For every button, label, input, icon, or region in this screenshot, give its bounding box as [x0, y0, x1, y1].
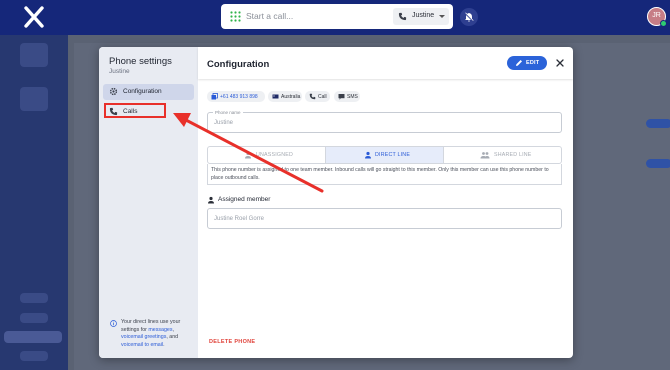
- voicemail-greetings-link[interactable]: voicemail greetings: [121, 334, 166, 340]
- background-nav-item: [20, 293, 48, 303]
- call-capability-chip: Call: [305, 91, 330, 102]
- line-type-description: This phone number is assigned to one tea…: [211, 167, 549, 181]
- country-chip: Australia: [268, 91, 302, 102]
- sidebar-item-configuration[interactable]: Configuration: [103, 84, 194, 100]
- assigned-member-field[interactable]: Justine Roel Gorre: [207, 208, 562, 229]
- line-type-toggle: UNASSIGNED DIRECT LINE SHARED LINE: [207, 146, 562, 164]
- assigned-member-value: Justine Roel Gorre: [214, 216, 265, 222]
- phone-name-field[interactable]: Phone name Justine: [207, 110, 562, 133]
- flag-icon: [272, 94, 279, 99]
- caller-select[interactable]: Justine: [393, 8, 449, 25]
- info-text: Your direct lines use your settings for …: [121, 319, 181, 348]
- assigned-member-label: Assigned member: [218, 196, 271, 203]
- messages-link[interactable]: messages: [148, 327, 172, 333]
- person-icon: [208, 196, 214, 204]
- direct-line-label: DIRECT LINE: [375, 152, 411, 158]
- gear-icon: [109, 87, 118, 96]
- configuration-panel: Configuration EDIT +61 483 913 898 Austr…: [198, 47, 573, 358]
- background-pill: [646, 159, 670, 168]
- bell-off-icon: [464, 12, 474, 22]
- phone-icon: [309, 93, 316, 100]
- app-logo-icon[interactable]: [24, 6, 44, 28]
- notifications-off-button[interactable]: [460, 8, 478, 26]
- top-app-bar: Start a call... Justine JR: [0, 0, 670, 35]
- background-nav-item: [20, 313, 48, 323]
- annotation-highlight-box: [104, 103, 166, 118]
- country-label: Australia: [281, 93, 301, 100]
- online-status-dot: [660, 20, 667, 27]
- phone-settings-dialog: Phone settings Justine Configuration Cal…: [99, 47, 573, 358]
- unassigned-label: UNASSIGNED: [256, 152, 294, 158]
- line-type-direct[interactable]: DIRECT LINE: [326, 147, 443, 163]
- panel-header: Configuration EDIT: [198, 47, 573, 79]
- background-nav-item: [20, 87, 48, 111]
- phone-icon: [398, 12, 407, 21]
- dialog-subtitle: Justine: [109, 68, 130, 75]
- message-icon: [338, 94, 345, 100]
- line-type-description-box: This phone number is assigned to one tea…: [207, 164, 562, 185]
- background-nav-item: [20, 351, 48, 361]
- settings-sidebar: Phone settings Justine Configuration Cal…: [99, 47, 198, 358]
- person-icon: [365, 151, 371, 159]
- background-sidebar: [0, 35, 68, 370]
- person-off-icon: [245, 151, 251, 159]
- edit-button[interactable]: EDIT: [507, 56, 547, 70]
- sms-capability-chip: SMS: [334, 91, 360, 102]
- info-icon: [110, 320, 117, 327]
- caller-name: Justine: [412, 12, 435, 19]
- direct-lines-info: Your direct lines use your settings for …: [104, 317, 193, 352]
- call-label: Call: [318, 93, 327, 100]
- start-call-bar[interactable]: Start a call... Justine: [221, 4, 453, 29]
- line-type-shared[interactable]: SHARED LINE: [444, 147, 561, 163]
- phone-number-chip[interactable]: +61 483 913 898: [207, 91, 265, 102]
- pencil-icon: [516, 60, 522, 66]
- voicemail-to-email-link[interactable]: voicemail to email: [121, 342, 163, 348]
- sidebar-item-label: Configuration: [123, 88, 162, 95]
- shared-line-label: SHARED LINE: [494, 152, 532, 158]
- dialog-title: Phone settings: [109, 56, 172, 67]
- close-icon[interactable]: [554, 57, 566, 69]
- background-pill: [646, 119, 670, 128]
- phone-name-value: Justine: [214, 120, 234, 126]
- delete-phone-button[interactable]: DELETE PHONE: [209, 339, 255, 345]
- edit-button-label: EDIT: [526, 60, 540, 66]
- line-type-unassigned[interactable]: UNASSIGNED: [208, 147, 325, 163]
- phone-name-legend: Phone name: [213, 110, 243, 115]
- background-nav-item: [4, 331, 62, 343]
- panel-title: Configuration: [207, 59, 270, 70]
- copy-icon: [211, 93, 218, 100]
- background-nav-item: [20, 43, 48, 67]
- dialpad-icon[interactable]: [230, 11, 241, 22]
- phone-number: +61 483 913 898: [220, 93, 258, 100]
- chevron-down-icon: [439, 15, 445, 18]
- sms-label: SMS: [347, 93, 358, 100]
- call-input[interactable]: Start a call...: [246, 11, 293, 21]
- group-icon: [480, 152, 490, 159]
